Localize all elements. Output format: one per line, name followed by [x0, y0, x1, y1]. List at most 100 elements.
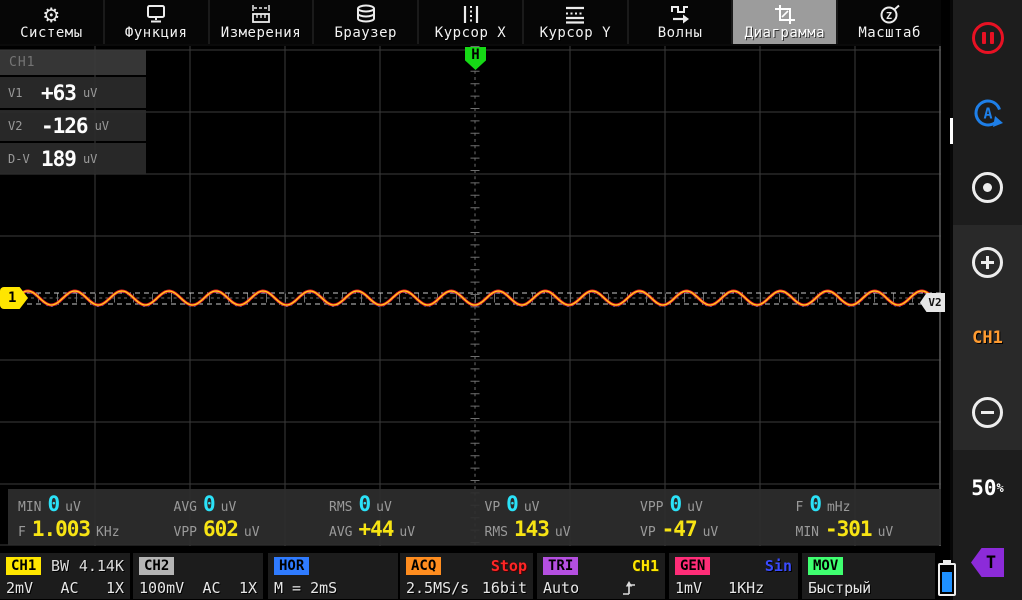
menu-item-function[interactable]: Функция	[105, 0, 208, 44]
ch2-scale: 100mV	[139, 579, 184, 597]
meas-value: +44	[358, 517, 393, 541]
status-movement-section[interactable]: MOV Быстрый	[802, 553, 935, 599]
menu-item-cursor-x[interactable]: Курсор X	[419, 0, 522, 44]
menu-item-label: Системы	[20, 25, 83, 42]
menu-item-browser[interactable]: Браузер	[314, 0, 417, 44]
tri-badge: TRI	[543, 557, 578, 575]
cursor-panel-channel: CH1	[0, 50, 146, 75]
ch2-coupling: AC	[203, 579, 221, 597]
ch1-coupling: AC	[60, 579, 78, 597]
menu-item-waves[interactable]: Волны	[629, 0, 732, 44]
ch1-scale: 2mV	[6, 579, 33, 597]
acq-badge: ACQ	[406, 557, 441, 575]
top-menu-bar: ⚙ Системы Функция Измерения Браузер Ку	[0, 0, 941, 46]
cursor-label: V1	[8, 86, 34, 100]
rising-edge-icon	[622, 580, 637, 597]
cursor-y-icon	[563, 4, 587, 25]
oscilloscope-app: ⚙ Системы Функция Измерения Браузер Ку	[0, 0, 1022, 600]
menu-item-scale[interactable]: Z Масштаб	[838, 0, 941, 44]
ruler-icon	[249, 4, 273, 25]
meas-value: 0	[669, 492, 681, 516]
measurement-column: MIN0uV F1.003KHz	[8, 489, 164, 545]
meas-label: MIN	[796, 525, 819, 540]
center-dot-button[interactable]	[953, 150, 1022, 225]
status-acquisition-section[interactable]: ACQ Stop 2.5MS/s 16bit	[400, 553, 533, 599]
measurement-panel: MIN0uV F1.003KHz AVG0uV VPP602uV RMS0uV …	[8, 489, 941, 545]
meas-unit: uV	[878, 525, 894, 540]
meas-label: F	[18, 525, 26, 540]
auto-setup-button[interactable]: A	[953, 75, 1022, 150]
meas-value: 602	[203, 517, 238, 541]
menu-item-measurements[interactable]: Измерения	[210, 0, 313, 44]
measurement-column: F0mHz MIN-301uV	[786, 489, 942, 545]
status-ch2-section[interactable]: CH2 100mV AC 1X	[133, 553, 263, 599]
measurement-column: VPP0uV VP-47uV	[630, 489, 786, 545]
meas-unit: uV	[687, 500, 703, 515]
meas-unit: uV	[555, 525, 571, 540]
meas-label: MIN	[18, 500, 41, 515]
status-generator-section[interactable]: GEN Sin 1mV 1KHz	[669, 553, 798, 599]
trigger-source: CH1	[632, 557, 659, 575]
status-ch1-section[interactable]: CH1 BW 4.14K 2mV AC 1X	[0, 553, 130, 599]
trigger-tag-icon: T	[971, 548, 1004, 577]
meas-value: 0	[203, 492, 215, 516]
meas-label: VP	[640, 525, 656, 540]
meas-value: 0	[47, 492, 59, 516]
menu-item-label: Волны	[658, 25, 703, 42]
meas-unit: mHz	[827, 500, 850, 515]
menu-item-cursor-y[interactable]: Курсор Y	[524, 0, 627, 44]
measurement-column: AVG0uV VPP602uV	[164, 489, 320, 545]
menu-item-label: Курсор Y	[540, 25, 611, 42]
cursor-row-v2: V2 -126 uV	[0, 110, 146, 141]
pause-icon	[972, 22, 1004, 54]
zoom-level-button[interactable]: 50%	[953, 450, 1022, 525]
measurement-column: RMS0uV AVG+44uV	[319, 489, 475, 545]
meas-value: -301	[825, 517, 872, 541]
meas-unit: uV	[399, 525, 415, 540]
sample-rate: 2.5MS/s	[406, 579, 469, 597]
run-pause-button[interactable]	[953, 0, 1022, 75]
meas-unit: uV	[65, 500, 81, 515]
plus-circle-icon	[972, 247, 1003, 278]
minus-circle-icon	[972, 397, 1003, 428]
status-horizontal-section[interactable]: HOR M = 2mS	[268, 553, 398, 599]
mov-speed: Быстрый	[808, 579, 871, 597]
bw-label: BW	[51, 557, 69, 575]
zoom-z-icon: Z	[878, 4, 902, 25]
meas-label: AVG	[174, 500, 197, 515]
menu-item-label: Масштаб	[858, 25, 921, 42]
menu-item-diagram[interactable]: Диаграмма	[733, 0, 836, 44]
ch2-badge: CH2	[139, 557, 174, 575]
gen-amplitude: 1mV	[675, 579, 702, 597]
cursor-readout-panel: CH1 V1 +63 uV V2 -126 uV D-V 189 uV	[0, 50, 146, 174]
gen-frequency: 1KHz	[728, 579, 764, 597]
meas-unit: uV	[703, 525, 719, 540]
cursor-value: +63	[41, 81, 76, 105]
mov-badge: MOV	[808, 557, 843, 575]
status-trigger-section[interactable]: TRI CH1 Auto	[537, 553, 665, 599]
ch1-probe: 1X	[106, 579, 124, 597]
meas-label: RMS	[485, 525, 508, 540]
battery-icon	[938, 560, 956, 597]
hor-badge: HOR	[274, 557, 309, 575]
waveform-display[interactable]: H 1 V2 CH1 V1 +63 uV V2 -126 uV D-V 189 …	[0, 46, 941, 546]
auto-icon: A	[970, 95, 1006, 131]
cursor-label: D-V	[8, 152, 34, 166]
zoom-in-button[interactable]	[953, 225, 1022, 300]
meas-unit: uV	[524, 500, 540, 515]
menu-item-label: Курсор X	[435, 25, 506, 42]
meas-label: VPP	[174, 525, 197, 540]
meas-value: 143	[514, 517, 549, 541]
menu-item-systems[interactable]: ⚙ Системы	[0, 0, 103, 44]
pulse-arrow-icon	[668, 4, 692, 25]
meas-value: -47	[662, 517, 697, 541]
svg-text:A: A	[983, 104, 992, 122]
svg-text:Z: Z	[886, 11, 892, 22]
channel-select-button[interactable]: CH1	[953, 300, 1022, 375]
meas-label: F	[796, 500, 804, 515]
zoom-out-button[interactable]	[953, 375, 1022, 450]
cursor-unit: uV	[83, 86, 97, 100]
cursor-row-delta: D-V 189 uV	[0, 143, 146, 174]
ch2-probe: 1X	[239, 579, 257, 597]
trigger-menu-button[interactable]: T	[953, 525, 1022, 600]
